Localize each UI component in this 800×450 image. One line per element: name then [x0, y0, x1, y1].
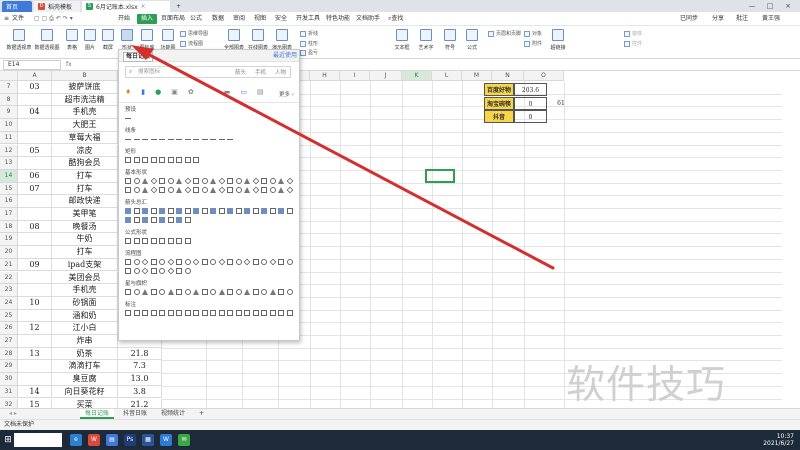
clock-date: 2021/6/27	[763, 440, 794, 447]
doc-status: 文档未保护	[4, 421, 35, 428]
spreadsheet-app: 首页 D 稻壳模板 S 6月记账本.xlsx × + — □ × ≡ 文件 ▢ …	[0, 0, 800, 450]
watermark-text: 软件技巧	[566, 363, 727, 408]
sheet-tab-bar: ◂ ▸ 每日记账 抖音日账 视频统计 +	[0, 408, 800, 419]
system-tray[interactable]: 10:37 2021/6/27	[763, 433, 794, 447]
windows-start-icon[interactable]: ⊞	[2, 434, 14, 446]
photoshop-icon[interactable]: Ps	[124, 434, 136, 446]
sheet-tab-douyin[interactable]: 抖音日账	[118, 409, 152, 419]
wps-icon[interactable]: W	[88, 434, 100, 446]
clock-time: 10:37	[776, 433, 794, 440]
add-sheet-button[interactable]: +	[194, 409, 209, 419]
os-taskbar: ⊞ e W ▤ Ps ▦ W ✉ 10:37 2021/6/27	[0, 430, 800, 450]
taskbar-search-box[interactable]	[14, 433, 62, 447]
sheet-tab-daily[interactable]: 每日记账	[80, 409, 115, 419]
status-bar: 文档未保护	[0, 419, 800, 430]
word-icon[interactable]: W	[160, 434, 172, 446]
sheet-nav-arrows[interactable]: ◂ ▸	[4, 409, 22, 419]
app-icon[interactable]: ▦	[142, 434, 154, 446]
browser-icon[interactable]: e	[70, 434, 82, 446]
wechat-icon[interactable]: ✉	[178, 434, 190, 446]
sheet-tab-video[interactable]: 视频统计	[156, 409, 190, 419]
folder-icon[interactable]: ▤	[106, 434, 118, 446]
